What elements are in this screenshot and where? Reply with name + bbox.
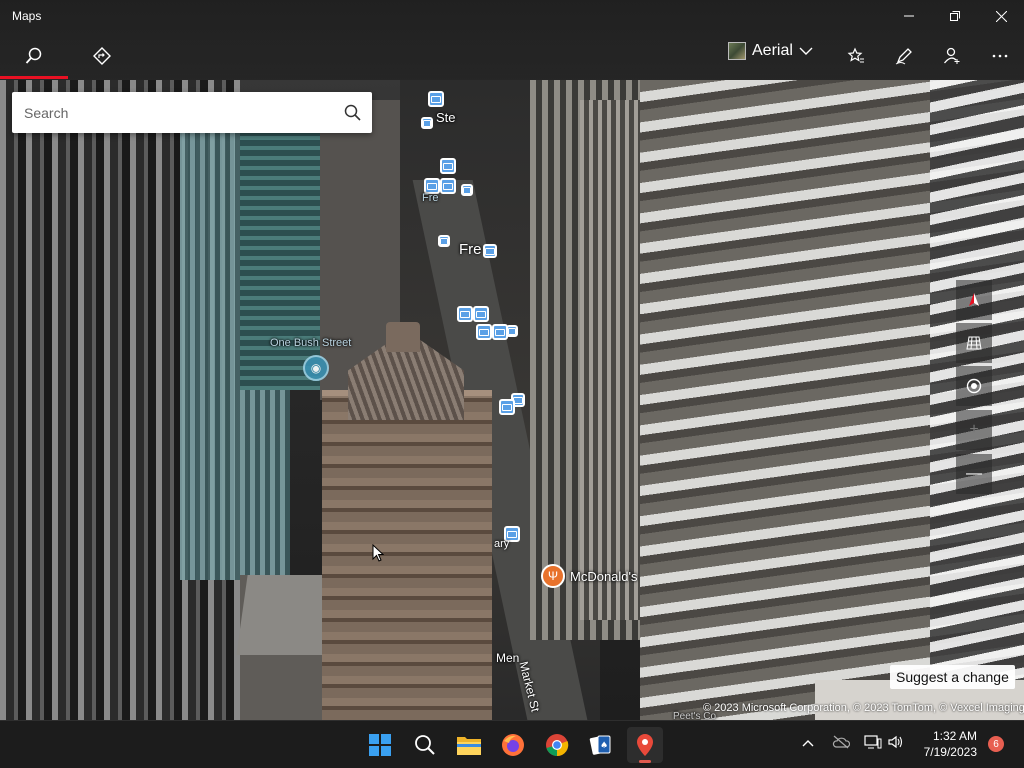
search-submit-icon[interactable] — [342, 102, 364, 124]
close-button[interactable] — [978, 0, 1024, 32]
building-green-glass — [240, 130, 320, 390]
ink-pen-icon — [895, 48, 912, 65]
restaurant-icon[interactable]: Ψ — [541, 564, 565, 588]
search-input[interactable] — [12, 92, 332, 133]
map-label-one-bush-street: One Bush Street — [270, 337, 352, 349]
mouse-cursor-icon — [372, 544, 384, 562]
compass-button[interactable] — [956, 280, 992, 320]
map-label-gary: ary — [494, 538, 510, 550]
bus-stop-marker[interactable] — [440, 158, 456, 174]
close-icon — [995, 10, 1007, 22]
network-icon — [864, 735, 882, 749]
zoom-in-button[interactable]: + — [956, 410, 992, 450]
account-button[interactable] — [932, 38, 972, 74]
more-button[interactable] — [980, 38, 1020, 74]
map-label-fre-small: Fre — [422, 192, 439, 204]
chrome-icon — [546, 734, 569, 757]
minimize-icon — [904, 15, 914, 17]
bus-stop-marker[interactable] — [473, 306, 489, 322]
camera-icon[interactable]: ◉ — [303, 355, 329, 381]
onedrive-button[interactable] — [832, 735, 851, 752]
restore-icon — [950, 11, 960, 21]
restore-button[interactable] — [932, 0, 978, 32]
chevron-up-icon — [802, 740, 814, 747]
windows-start-icon — [369, 734, 391, 756]
taskbar-search-button[interactable] — [407, 727, 443, 763]
map-copyright: © 2023 Microsoft Corporation, © 2023 Tom… — [703, 702, 1024, 714]
map-label-mcdonalds[interactable]: McDonald's — [570, 569, 638, 584]
aerial-thumbnail-icon — [728, 42, 746, 60]
bus-stop-marker[interactable] — [421, 117, 433, 129]
taskbar: ♠ — [0, 720, 1024, 768]
show-hidden-icons-button[interactable] — [802, 735, 814, 750]
metro-station-marker[interactable] — [440, 178, 456, 194]
historic-tower — [322, 390, 492, 720]
start-button[interactable] — [362, 727, 398, 763]
firefox-icon — [502, 734, 524, 756]
taskbar-clock[interactable]: 1:32 AM 7/19/2023 — [915, 728, 977, 760]
suggest-change-link[interactable]: Suggest a change — [890, 665, 1015, 689]
ink-button[interactable] — [884, 38, 924, 74]
my-location-icon — [966, 378, 982, 394]
search-icon — [415, 735, 435, 755]
bus-stop-marker[interactable] — [438, 235, 450, 247]
zoom-out-button[interactable]: — — [956, 454, 992, 494]
bus-stop-marker[interactable] — [461, 184, 473, 196]
tab-search[interactable] — [14, 38, 54, 74]
3d-grid-icon — [966, 336, 982, 350]
network-button[interactable] — [864, 735, 882, 752]
firefox-button[interactable] — [495, 727, 531, 763]
volume-icon — [888, 735, 903, 749]
file-explorer-button[interactable] — [451, 727, 487, 763]
solitaire-icon: ♠ — [589, 735, 611, 755]
app-title: Maps — [12, 9, 42, 23]
more-icon — [992, 54, 1008, 58]
chrome-button[interactable] — [539, 727, 575, 763]
map-style-dropdown[interactable]: Aerial — [728, 42, 813, 60]
onedrive-offline-icon — [832, 735, 851, 749]
bus-stop-marker[interactable] — [483, 244, 497, 258]
chevron-down-icon — [799, 47, 813, 55]
search-icon — [25, 47, 42, 64]
favorites-icon — [847, 47, 864, 63]
bus-stop-marker[interactable] — [428, 91, 444, 107]
bus-stop-marker[interactable] — [476, 324, 492, 340]
bus-stop-marker[interactable] — [499, 399, 515, 415]
bus-stop-marker[interactable] — [506, 325, 518, 337]
bus-stop-marker[interactable] — [457, 306, 473, 322]
compass-icon — [969, 293, 979, 306]
locate-me-button[interactable] — [956, 366, 992, 406]
clock-time: 1:32 AM — [932, 729, 977, 743]
add-person-icon — [943, 47, 960, 64]
directions-icon — [93, 47, 111, 65]
building-low-left-roof — [236, 575, 334, 655]
favorites-button[interactable] — [836, 38, 876, 74]
search-box — [12, 92, 372, 133]
map-style-label: Aerial — [752, 42, 793, 59]
active-tab-indicator — [0, 76, 68, 79]
volume-button[interactable] — [888, 735, 904, 752]
tab-directions[interactable] — [82, 38, 122, 74]
maps-icon — [637, 734, 653, 756]
historic-tower-cap — [386, 322, 420, 352]
minimize-button[interactable] — [886, 0, 932, 32]
app-header: Maps Aerial — [0, 0, 1024, 80]
svg-text:♠: ♠ — [600, 741, 608, 751]
map-label-fre: Fre — [459, 241, 482, 258]
file-explorer-icon — [457, 737, 481, 755]
solitaire-button[interactable]: ♠ — [583, 727, 619, 763]
tilt-button[interactable] — [956, 323, 992, 363]
notification-badge[interactable]: 6 — [988, 736, 1004, 752]
map-label-ste: Ste — [436, 110, 456, 125]
maps-button[interactable] — [627, 727, 663, 763]
clock-date: 7/19/2023 — [923, 745, 977, 759]
